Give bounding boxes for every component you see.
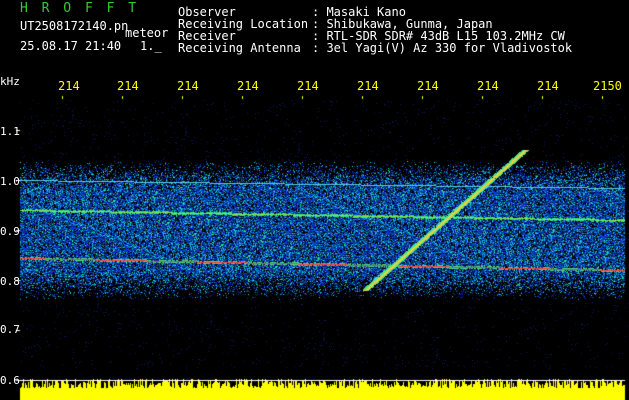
x-tick-label: 214 (417, 79, 439, 93)
x-tick-label: 214 (117, 79, 139, 93)
brand-title: H R O F F T (20, 1, 140, 16)
date-time: 25.08.17 21:40 (20, 39, 122, 53)
x-tick-label: 214 (177, 79, 199, 93)
y-tick-label: 1.1 (0, 125, 20, 138)
y-tick-label: 0.8 (0, 275, 20, 288)
file-name: UT2508172140.pn (20, 19, 129, 33)
antenna-value: : 3el Yagi(V) Az 330 for Vladivostok (312, 41, 573, 55)
y-tick-label: 0.6 (0, 374, 20, 387)
y-tick-label: 0.9 (0, 225, 20, 238)
x-tick-label: 214 (297, 79, 319, 93)
axis-unit-label: kHz (0, 75, 20, 88)
spectrogram-canvas (0, 0, 629, 400)
x-tick-label: 214 (537, 79, 559, 93)
y-tick-label: 0.7 (0, 323, 20, 336)
date-time-suffix: 1._ (140, 39, 162, 53)
file-type-label: meteor (125, 26, 169, 40)
x-tick-label: 2150 (593, 79, 622, 93)
x-tick-label: 214 (357, 79, 379, 93)
x-tick-label: 214 (477, 79, 499, 93)
antenna-label: Receiving Antenna (178, 41, 301, 55)
x-tick-label: 214 (237, 79, 259, 93)
y-tick-label: 1.0 (0, 175, 20, 188)
x-tick-label: 214 (58, 79, 80, 93)
